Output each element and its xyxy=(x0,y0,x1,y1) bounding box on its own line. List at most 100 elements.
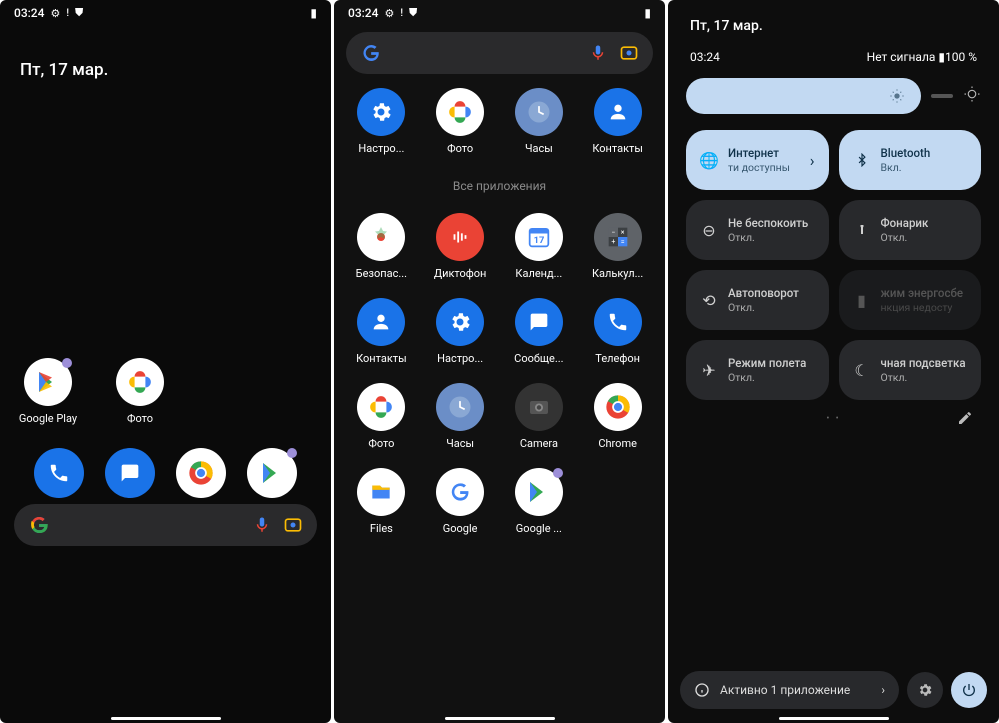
brightness-slider[interactable] xyxy=(686,78,921,114)
dnd-icon: ⊖ xyxy=(700,221,718,240)
tile-dnd[interactable]: ⊖ Не беспокоитьОткл. xyxy=(686,200,829,260)
app-chrome[interactable]: Chrome xyxy=(582,383,653,450)
gear-icon: ⚙ xyxy=(384,7,394,20)
search-bar[interactable] xyxy=(14,504,317,546)
app-photos[interactable]: Фото xyxy=(425,88,496,155)
edit-tiles-button[interactable] xyxy=(957,410,973,429)
photos-icon xyxy=(447,99,473,125)
google-icon xyxy=(448,480,472,504)
photos-icon xyxy=(127,369,153,395)
app-photos[interactable]: Фото xyxy=(110,358,170,425)
app-clock-2[interactable]: Часы xyxy=(425,383,496,450)
settings-button[interactable] xyxy=(907,672,943,708)
home-body: Google Play Фото xyxy=(0,90,331,560)
qs-date: Пт, 17 мар. xyxy=(668,0,999,42)
app-security[interactable]: Безопас... xyxy=(346,213,417,280)
lens-icon[interactable] xyxy=(283,515,303,535)
drawer-grid: Настро... Фото Часы Контакты Все приложе… xyxy=(334,80,665,543)
app-google-play[interactable]: Google Play xyxy=(18,358,78,425)
app-google[interactable]: Google xyxy=(425,468,496,535)
google-logo-icon xyxy=(360,42,382,64)
svg-text:−: − xyxy=(611,229,615,237)
gear-icon xyxy=(369,100,393,124)
app-files[interactable]: Files xyxy=(346,468,417,535)
rotate-icon: ⟲ xyxy=(700,291,718,310)
app-contacts[interactable]: Контакты xyxy=(582,88,653,155)
app-recorder[interactable]: Диктофон xyxy=(425,213,496,280)
qs-tiles: 🌐 Интернетти доступны › BluetoothВкл. ⊖ … xyxy=(668,130,999,400)
dock-chrome[interactable] xyxy=(176,448,226,498)
nav-handle[interactable] xyxy=(445,717,555,720)
qs-page-dots: • • xyxy=(668,400,999,438)
battery-icon: ▮ xyxy=(644,6,651,20)
brightness-track xyxy=(931,94,953,98)
lens-icon[interactable] xyxy=(619,43,639,63)
app-phone[interactable]: Телефон xyxy=(582,298,653,365)
phone-icon xyxy=(48,462,70,484)
drawer-search-bar[interactable] xyxy=(346,32,653,74)
qs-signal-battery: Нет сигнала ▮100 % xyxy=(867,50,977,64)
dock-messages[interactable] xyxy=(105,448,155,498)
dock-phone[interactable] xyxy=(34,448,84,498)
gear-icon xyxy=(448,310,472,334)
app-contacts-2[interactable]: Контакты xyxy=(346,298,417,365)
mic-icon[interactable] xyxy=(253,516,271,534)
clock-icon xyxy=(446,393,474,421)
messages-icon xyxy=(529,312,549,332)
info-icon xyxy=(694,682,710,698)
tile-bluetooth[interactable]: BluetoothВкл. xyxy=(839,130,982,190)
app-settings[interactable]: Настро... xyxy=(346,88,417,155)
dock-play-store[interactable] xyxy=(247,448,297,498)
home-apps-row: Google Play Фото xyxy=(0,358,331,425)
globe-icon: 🌐 xyxy=(700,151,718,170)
home-date[interactable]: Пт, 17 мар. xyxy=(0,26,331,90)
svg-text:×: × xyxy=(620,229,624,237)
google-logo-icon xyxy=(28,514,50,536)
app-camera[interactable]: Camera xyxy=(504,383,575,450)
tile-flashlight[interactable]: ФонарикОткл. xyxy=(839,200,982,260)
app-calculator[interactable]: −×+=Калькул... xyxy=(582,213,653,280)
app-calendar[interactable]: 17Календ... xyxy=(504,213,575,280)
camera-icon xyxy=(527,395,551,419)
flashlight-icon xyxy=(853,223,871,237)
calculator-icon: −×+= xyxy=(604,223,632,251)
auto-brightness-button[interactable] xyxy=(963,85,981,107)
app-photos-2[interactable]: Фото xyxy=(346,383,417,450)
mic-icon[interactable] xyxy=(589,44,607,62)
nav-handle[interactable] xyxy=(111,717,221,720)
app-messages[interactable]: Сообще... xyxy=(504,298,575,365)
tile-night-light[interactable]: ☾ чная подсветкаОткл. xyxy=(839,340,982,400)
shield-icon: ⛊ xyxy=(409,6,417,20)
app-drawer: 03:24 ⚙ ! ⛊ ▮ Настро... Фото Часы Контак… xyxy=(334,0,665,723)
photos-icon xyxy=(368,394,394,420)
quick-settings: Пт, 17 мар. 03:24 Нет сигнала ▮100 % 🌐 И… xyxy=(668,0,999,723)
chevron-right-icon: › xyxy=(881,683,885,697)
power-icon xyxy=(961,682,977,698)
chrome-icon xyxy=(187,459,215,487)
brightness-icon xyxy=(889,88,905,104)
tile-battery-saver[interactable]: ▮ жим энергосбенкция недосту xyxy=(839,270,982,330)
tile-airplane[interactable]: ✈ Режим полетаОткл. xyxy=(686,340,829,400)
home-screen: 03:24 ⚙ ! ⛊ ▮ Пт, 17 мар. Google Play xyxy=(0,0,331,723)
app-clock[interactable]: Часы xyxy=(504,88,575,155)
app-settings-2[interactable]: Настро... xyxy=(425,298,496,365)
battery-icon: ▮ xyxy=(310,6,317,20)
svg-text:+: + xyxy=(611,238,615,246)
qs-footer: Активно 1 приложение › xyxy=(680,671,987,709)
nav-handle[interactable] xyxy=(779,717,889,720)
app-google-play-2[interactable]: Google ... xyxy=(504,468,575,535)
shield-icon: ⛊ xyxy=(75,6,83,20)
svg-text:17: 17 xyxy=(534,235,545,246)
chevron-right-icon: › xyxy=(810,151,815,170)
tile-autorotate[interactable]: ⟲ АвтоповоротОткл. xyxy=(686,270,829,330)
active-apps-button[interactable]: Активно 1 приложение › xyxy=(680,671,899,709)
dot-icon: ! xyxy=(66,8,69,19)
qs-sub: 03:24 Нет сигнала ▮100 % xyxy=(668,42,999,78)
person-icon xyxy=(607,101,629,123)
tile-internet[interactable]: 🌐 Интернетти доступны › xyxy=(686,130,829,190)
brightness-row xyxy=(668,78,999,130)
play-store-icon xyxy=(260,461,284,485)
security-icon xyxy=(369,225,393,249)
bluetooth-icon xyxy=(853,153,871,167)
power-button[interactable] xyxy=(951,672,987,708)
